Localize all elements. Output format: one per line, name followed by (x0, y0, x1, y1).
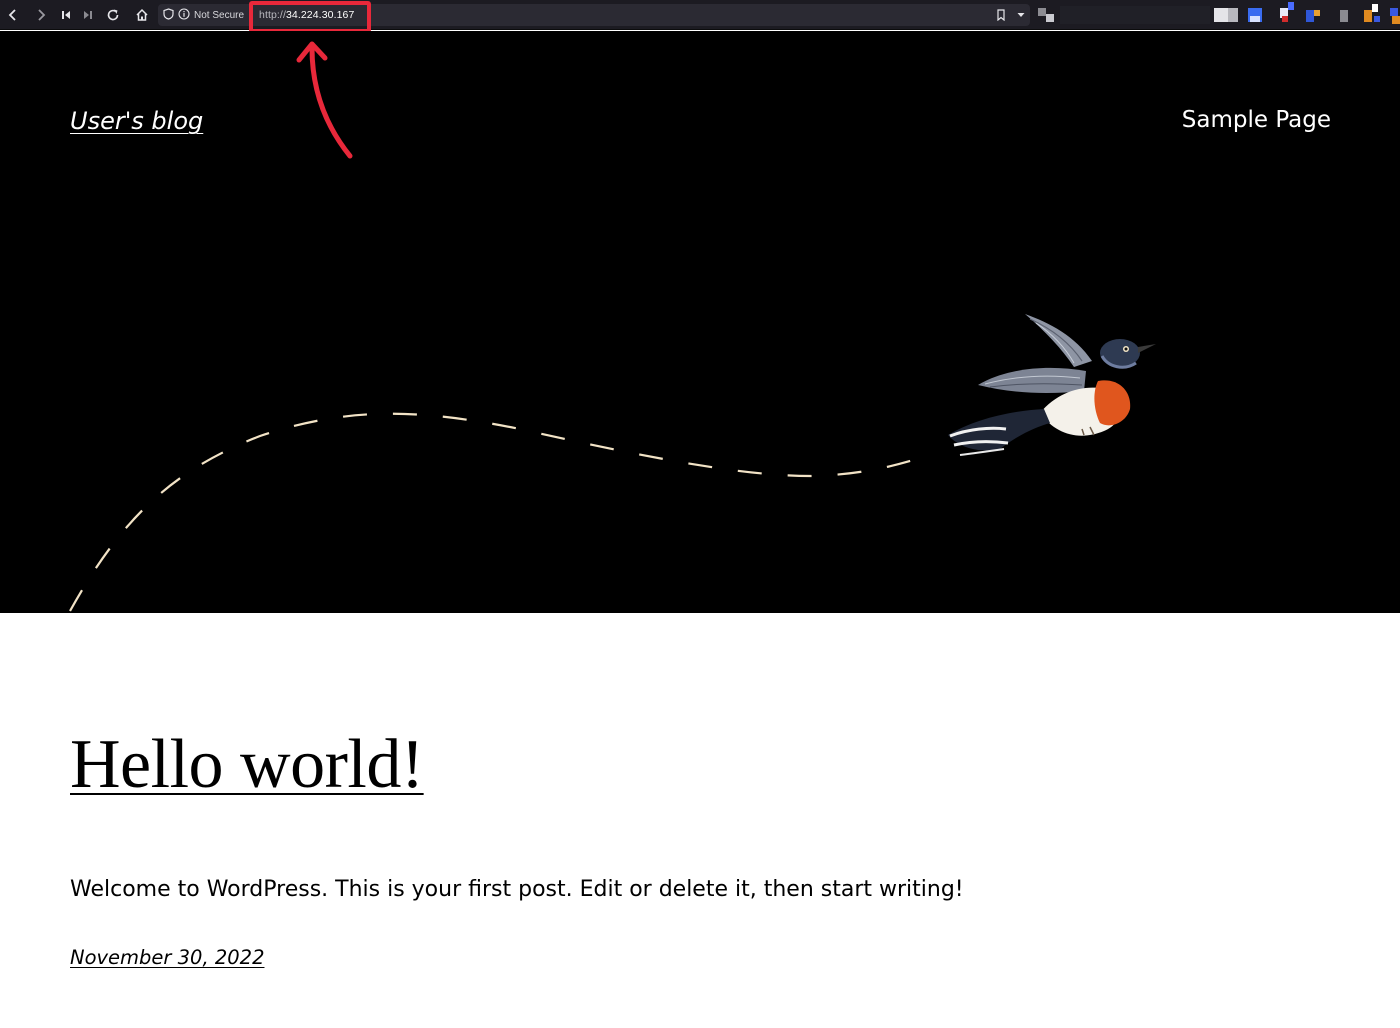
post-excerpt: Welcome to WordPress. This is your first… (70, 877, 964, 902)
info-icon (178, 7, 190, 23)
back-icon[interactable] (3, 5, 23, 25)
url-highlight-box (249, 1, 371, 33)
site-header-hero: User's blog Sample Page (0, 31, 1400, 613)
extension-icon[interactable] (1364, 10, 1372, 22)
forward-icon[interactable] (31, 5, 51, 25)
extension-icon[interactable] (1340, 10, 1348, 22)
extension-icon[interactable] (1038, 8, 1046, 16)
post-date[interactable]: November 30, 2022 (70, 946, 264, 969)
extension-icon[interactable] (1306, 10, 1314, 22)
site-title[interactable]: User's blog (70, 107, 203, 135)
dropdown-icon[interactable] (1011, 5, 1031, 25)
nav-sample-page[interactable]: Sample Page (1182, 107, 1331, 133)
bookmark-icon[interactable] (991, 5, 1011, 25)
not-secure-label: Not Secure (194, 9, 245, 21)
bird-illustration (948, 314, 1156, 456)
extension-icon[interactable] (1214, 8, 1228, 22)
site-security-indicator[interactable]: Not Secure (163, 7, 244, 23)
skip-back-icon[interactable] (56, 5, 76, 25)
flight-path (69, 412, 931, 612)
shield-icon (163, 7, 174, 23)
post-title[interactable]: Hello world! (70, 730, 424, 800)
browser-toolbar: Not Secure http://34.224.30.167 (0, 0, 1400, 30)
skip-forward-icon[interactable] (78, 5, 98, 25)
reload-icon[interactable] (103, 5, 123, 25)
extensions-area[interactable] (1036, 2, 1400, 26)
extension-icon[interactable] (1390, 8, 1398, 16)
home-icon[interactable] (132, 5, 152, 25)
